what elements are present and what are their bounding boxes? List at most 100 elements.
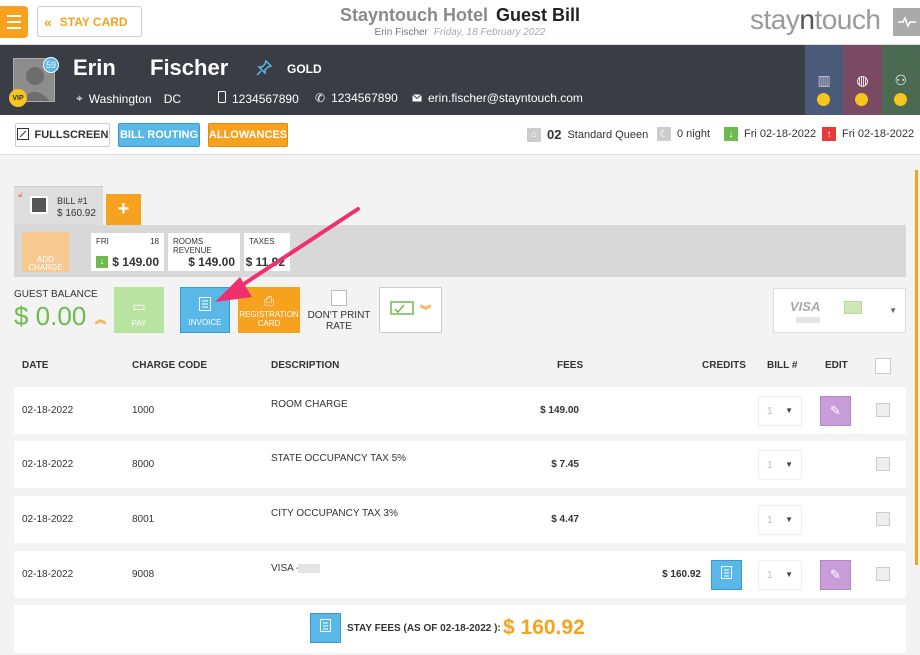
printer-icon: ⎙ — [263, 293, 275, 309]
pin-icon[interactable] — [255, 59, 273, 82]
guest-email: erin.fischer@stayntouch.com — [412, 91, 583, 105]
col-edit: EDIT — [825, 360, 848, 371]
invoice-button[interactable]: INVOICE — [180, 287, 230, 333]
double-chevron-left-icon: « — [44, 13, 52, 30]
bill-tab[interactable]: BILL #1 $ 160.92 — [14, 186, 103, 226]
hotel-name: Stayntouch Hotel — [339, 5, 488, 25]
activity-icon[interactable] — [893, 8, 920, 36]
pay-button[interactable]: ▭ PAY — [114, 287, 164, 333]
membership-level: GOLD — [287, 62, 322, 76]
col-credits: CREDITS — [702, 360, 746, 371]
phone-icon: ✆ — [315, 91, 326, 105]
bill-tab-amount: $ 160.92 — [57, 208, 96, 219]
check-icon — [390, 300, 414, 321]
day-card[interactable]: FRI 18 ↓ $ 149.00 — [91, 233, 164, 271]
room-type: Standard Queen — [567, 128, 649, 141]
document-icon — [320, 619, 331, 637]
guest-balance-label: GUEST BALANCE — [14, 289, 98, 300]
table-row: 02-18-2022 8001 CITY OCCUPANCY TAX 3% $ … — [14, 496, 906, 543]
arrow-up-icon: ↑ — [822, 127, 836, 141]
taxes-card: TAXES $ 11.92 — [244, 233, 290, 271]
moon-icon: ☾ — [657, 127, 671, 141]
arrow-down-icon: ↓ — [96, 256, 108, 268]
row-checkbox[interactable] — [876, 403, 890, 417]
payment-method-button[interactable]: ︾ — [379, 287, 442, 333]
scrollbar[interactable] — [915, 170, 918, 565]
stay-card-button[interactable]: « STAY CARD — [37, 6, 142, 37]
stayntouch-logo: stayntouch — [750, 4, 881, 35]
col-description: DESCRIPTION — [271, 360, 340, 371]
guest-location: ⌖ Washington DC — [76, 91, 182, 106]
add-bill-button[interactable]: + — [106, 194, 141, 225]
bill-user-icon — [30, 196, 48, 214]
header-date: Friday, 18 February 2022 — [433, 27, 546, 38]
group-tile[interactable]: ⚇ — [881, 45, 920, 115]
bill-routing-button[interactable]: BILL ROUTING — [118, 123, 200, 147]
caret-down-icon: ▼ — [889, 306, 897, 315]
credit-card-icon — [844, 301, 862, 314]
pencil-icon: ✎ — [830, 567, 841, 582]
envelope-icon — [412, 91, 422, 105]
room-number: 02 — [547, 127, 562, 142]
masked-card-number — [298, 564, 320, 573]
col-date: DATE — [22, 360, 49, 371]
guest-first-name: Erin — [73, 55, 116, 80]
edit-button[interactable]: ✎ — [820, 396, 851, 426]
dont-print-rate-toggle[interactable]: DON'T PRINT RATE — [306, 290, 372, 332]
nights-info: ☾ 0 night — [657, 127, 710, 141]
receipt-button[interactable] — [711, 560, 742, 590]
arrival-info: ↓ Fri 02-18-2022 — [724, 127, 816, 141]
wallet-icon: ▭ — [132, 297, 146, 314]
bill-title: Guest Bill — [496, 5, 581, 25]
globe-icon: ◍ — [856, 71, 869, 88]
notification-badge: 59 — [43, 57, 59, 73]
col-fees: FEES — [557, 360, 584, 371]
rooms-revenue-card: ROOMS REVENUE $ 149.00 — [168, 233, 240, 271]
table-row: 02-18-2022 9008 VISA - $ 160.92 1 ▼ ✎ — [14, 551, 906, 598]
location-pin-icon: ⌖ — [76, 91, 83, 105]
building-tile[interactable]: ▥ — [805, 45, 844, 115]
bill-tab-label: BILL #1 — [57, 196, 88, 206]
departure-info: ↑ Fri 02-18-2022 — [822, 127, 914, 141]
fullscreen-button[interactable]: FULLSCREEN — [15, 123, 110, 147]
dont-print-rate-checkbox[interactable] — [331, 290, 347, 306]
search-icon — [817, 93, 830, 106]
add-charge-button[interactable]: ADD CHARGE — [22, 232, 69, 272]
stay-fees-label: STAY FEES (AS OF 02-18-2022 ): — [347, 623, 501, 634]
guest-balance-amount: $ 0.00 — [14, 301, 87, 331]
search-icon — [855, 93, 869, 106]
property-tiles: ▥ ◍ ⚇ — [805, 45, 920, 115]
group-icon: ⚇ — [894, 71, 908, 88]
stay-fees-amount: $ 160.92 — [503, 616, 585, 639]
page-title: Stayntouch Hotel Guest Bill Erin Fischer F… — [300, 5, 620, 38]
menu-icon[interactable] — [0, 6, 28, 38]
expand-icon — [16, 127, 29, 143]
row-checkbox[interactable] — [876, 567, 890, 581]
room-info: ⌂ 02 Standard Queen — [527, 127, 648, 142]
guest-phone: ✆ 1234567890 — [315, 91, 398, 105]
bill-select[interactable]: 1 ▼ — [758, 396, 802, 426]
allowances-button[interactable]: ALLOWANCES — [208, 123, 288, 147]
mobile-icon — [218, 91, 226, 106]
bill-select[interactable]: 1 ▼ — [758, 450, 802, 480]
row-checkbox[interactable] — [876, 512, 890, 526]
col-bill: BILL # — [767, 360, 798, 371]
bed-icon: ⌂ — [527, 127, 541, 142]
edit-button[interactable]: ✎ — [820, 560, 851, 590]
guest-mobile: 1234567890 — [218, 91, 299, 106]
registration-card-button[interactable]: ⎙ REGISTRATION CARD — [238, 287, 300, 333]
double-chevron-up-icon[interactable]: ︽ — [95, 311, 106, 327]
row-checkbox[interactable] — [876, 457, 890, 471]
vip-badge: VIP — [9, 89, 27, 107]
payment-card-select[interactable]: VISA ▼ — [773, 288, 906, 333]
col-charge-code: CHARGE CODE — [132, 360, 208, 371]
lock-icon: 🔓︎ — [18, 190, 24, 199]
search-icon — [893, 93, 907, 106]
bill-select[interactable]: 1 ▼ — [758, 505, 802, 535]
table-row: 02-18-2022 1000 ROOM CHARGE $ 149.00 1 ▼ … — [14, 387, 906, 434]
pencil-icon: ✎ — [830, 403, 841, 418]
select-all-checkbox[interactable] — [875, 358, 891, 374]
globe-tile[interactable]: ◍ — [843, 45, 882, 115]
stay-fees-document-button[interactable] — [310, 613, 341, 643]
bill-select[interactable]: 1 ▼ — [758, 560, 802, 590]
